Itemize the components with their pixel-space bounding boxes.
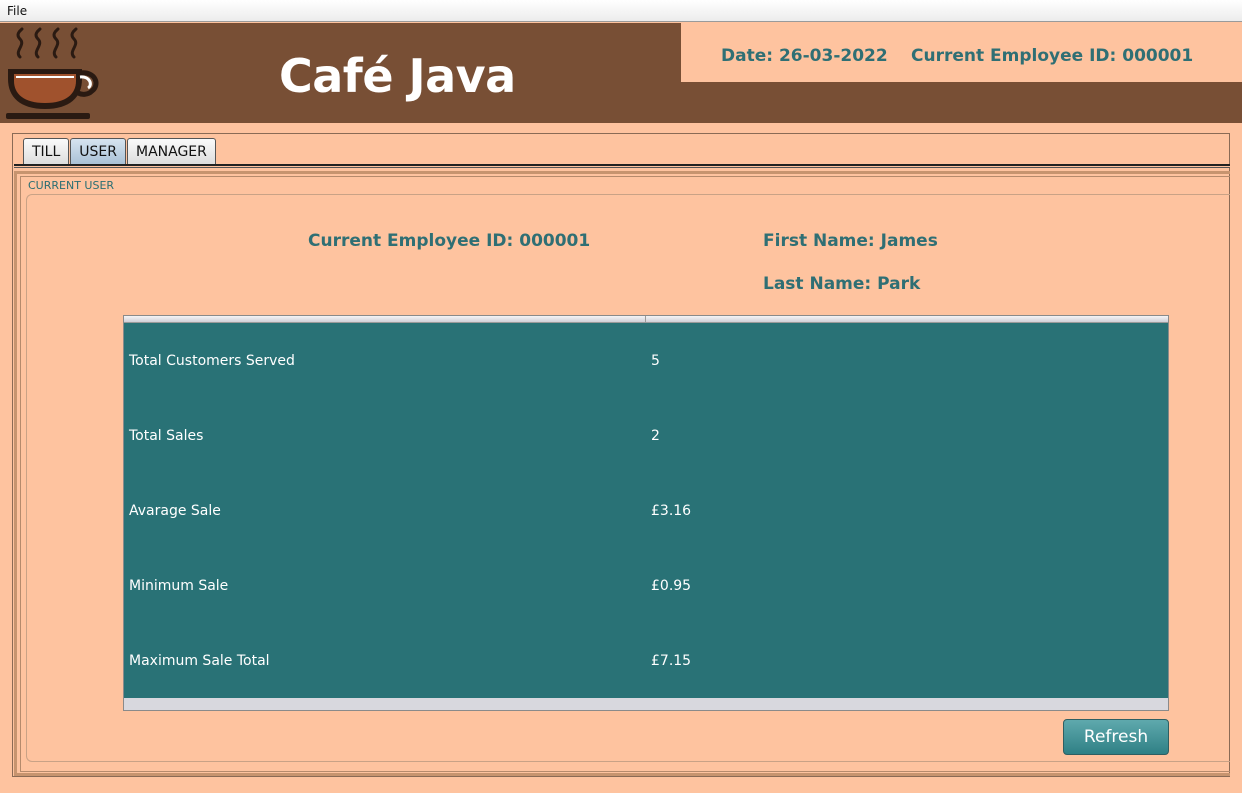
table-header	[124, 316, 1168, 323]
tab-user[interactable]: USER	[70, 138, 126, 165]
table-body: Total Customers Served 5 Total Sales 2 A…	[124, 323, 1168, 698]
tab-manager[interactable]: MANAGER	[127, 138, 216, 165]
app-header: Café Java Date: 26-03-2022 Current Emplo…	[0, 23, 1242, 123]
stat-value: 2	[651, 428, 660, 444]
table-row[interactable]: Total Customers Served 5	[124, 323, 1168, 398]
stat-value: £0.95	[651, 578, 692, 594]
menu-bar: File	[0, 0, 1242, 22]
menu-file[interactable]: File	[7, 4, 27, 18]
user-stats-table: Total Customers Served 5 Total Sales 2 A…	[123, 315, 1169, 711]
table-row[interactable]: Total Sales 2	[124, 398, 1168, 473]
stat-name: Total Sales	[129, 428, 204, 444]
stat-value: £7.15	[651, 653, 692, 669]
table-row[interactable]: Maximum Sale Total £7.15	[124, 623, 1168, 698]
stat-name: Total Customers Served	[129, 353, 295, 369]
stat-value: £3.16	[651, 503, 692, 519]
refresh-button[interactable]: Refresh	[1063, 719, 1169, 755]
last-name-label: Last Name: Park	[763, 274, 921, 294]
column-divider	[645, 316, 646, 323]
stat-value: 5	[651, 353, 660, 369]
tab-divider	[14, 164, 1230, 168]
stat-name: Avarage Sale	[129, 503, 221, 519]
employee-id-label: Current Employee ID: 000001	[308, 231, 591, 251]
tab-strip: TILL USER MANAGER	[23, 138, 217, 165]
table-row[interactable]: Minimum Sale £0.95	[124, 548, 1168, 623]
table-row[interactable]: Avarage Sale £3.16	[124, 473, 1168, 548]
stat-name: Minimum Sale	[129, 578, 229, 594]
header-date: Date: 26-03-2022	[721, 46, 888, 66]
first-name-label: First Name: James	[763, 231, 938, 251]
coffee-cup-icon	[6, 27, 99, 119]
group-title: CURRENT USER	[28, 179, 115, 192]
header-employee-id: Current Employee ID: 000001	[911, 46, 1194, 66]
stat-name: Maximum Sale Total	[129, 653, 270, 669]
app-title: Café Java	[279, 49, 516, 103]
tab-till[interactable]: TILL	[23, 138, 70, 165]
header-info-box: Date: 26-03-2022 Current Employee ID: 00…	[681, 23, 1242, 82]
